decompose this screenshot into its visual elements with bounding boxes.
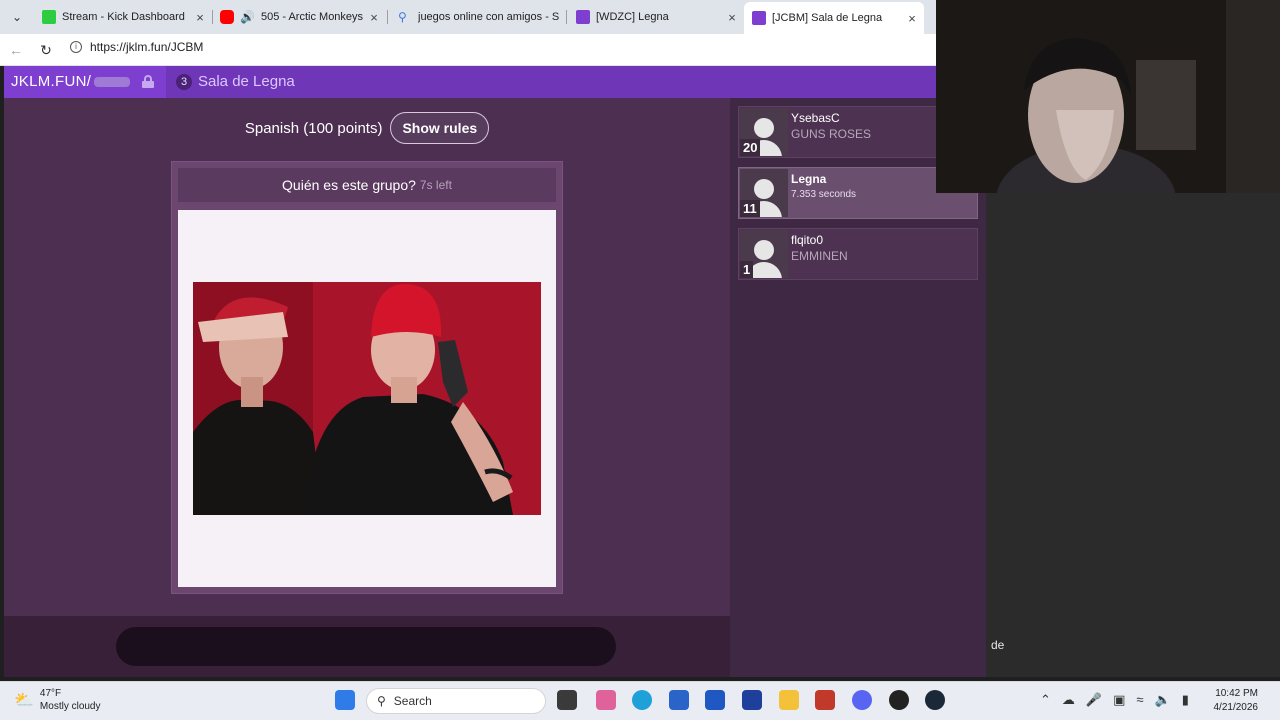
copilot-icon[interactable] (596, 690, 616, 710)
player-count-badge: 3 (176, 74, 192, 90)
volume-icon[interactable]: 🔈 (1155, 692, 1171, 708)
jklm-icon (576, 10, 590, 24)
rules-row: Spanish (100 points) Show rules (4, 112, 730, 144)
close-tab-icon[interactable]: × (904, 11, 920, 26)
band-photo-illustration (193, 282, 541, 515)
player-name: Legna (791, 172, 827, 186)
user-head-shape (754, 118, 774, 138)
chat-message: de (991, 638, 1005, 652)
weather-description: Mostly cloudy (39, 701, 101, 712)
room-name: Sala de Legna (198, 73, 295, 90)
avatar: 1 (740, 230, 788, 278)
speaker-icon[interactable]: 🔊 (240, 10, 255, 24)
dropbox-icon[interactable] (705, 690, 725, 710)
close-tab-icon[interactable]: × (366, 10, 382, 25)
battery-icon[interactable]: ▮ (1182, 692, 1189, 708)
search-icon: ⚲ (377, 694, 386, 708)
system-tray: ⌃ ☁ 🎤 ▣ ≈ 🔈 ▮ (1040, 692, 1189, 708)
steam-icon[interactable] (925, 690, 945, 710)
cloud-icon[interactable]: ☁ (1062, 692, 1075, 708)
tab-youtube[interactable]: 🔊 505 - Arctic Monkeys - Y × (212, 4, 386, 30)
close-tab-icon[interactable]: × (724, 10, 740, 25)
top-bar: JKLM.FUN/ 3 Sala de Legna (4, 66, 986, 98)
player-score: 20 (740, 139, 761, 156)
cloudy-weather-icon: ⛅ (14, 692, 34, 709)
user-head-shape (754, 179, 774, 199)
search-icon: ⚲ (398, 10, 407, 24)
avatar: 20 (740, 108, 788, 156)
jklm-icon (752, 11, 766, 25)
app-icon[interactable] (742, 690, 762, 710)
temperature: 47°F (39, 688, 62, 699)
tab-separator (566, 10, 567, 24)
store-icon[interactable] (669, 690, 689, 710)
clock[interactable]: 10:42 PM 4/21/2026 (1214, 687, 1259, 715)
chat-panel: de (986, 193, 1280, 677)
room-code-blurred (94, 77, 130, 87)
weather-widget[interactable]: ⛅ 47°F Mostly cloudy (14, 687, 101, 713)
file-explorer-icon[interactable] (779, 690, 799, 710)
player-card: 1 flqito0 EMMINEN (738, 228, 978, 280)
player-score: 1 (740, 261, 754, 278)
room-tab: 3 Sala de Legna (166, 66, 986, 98)
challenge-image-area (178, 210, 556, 587)
band-photo (193, 282, 541, 515)
player-name: flqito0 (791, 233, 824, 247)
tab-wdzc-legna[interactable]: [WDZC] Legna × (568, 4, 744, 30)
lock-icon[interactable] (142, 75, 154, 88)
guess-input[interactable] (116, 627, 616, 666)
discord-icon[interactable] (852, 690, 872, 710)
edge-browser-icon[interactable] (632, 690, 652, 710)
challenge-timer: 7s left (419, 178, 452, 192)
back-arrow-icon[interactable]: ← (6, 40, 26, 60)
player-name: YsebasC (791, 111, 840, 125)
close-tab-icon[interactable]: × (192, 10, 208, 25)
taskbar: ⛅ 47°F Mostly cloudy ⚲ Search ⌃ ☁ 🎤 ▣ ≈ … (0, 681, 1280, 720)
player-guess: GUNS ROSES (791, 127, 872, 141)
task-view-icon[interactable] (557, 690, 577, 710)
obs-icon[interactable] (889, 690, 909, 710)
avatar: 11 (740, 169, 788, 217)
prompt-bar: Quién es este grupo? 7s left (178, 168, 556, 202)
tab-jcbm-sala-de-legna[interactable]: [JCBM] Sala de Legna × (744, 2, 924, 34)
display-icon[interactable]: ▣ (1113, 692, 1125, 708)
url-field[interactable]: i https://jklm.fun/JCBM (70, 40, 203, 54)
webcam-feed (936, 0, 1280, 193)
tab-separator (387, 10, 388, 24)
brave-browser-icon[interactable] (815, 690, 835, 710)
guess-area (4, 616, 730, 677)
rule-summary: Spanish (100 points) (244, 119, 383, 137)
clock-date: 4/21/2026 (1213, 702, 1259, 713)
show-rules-button[interactable]: Show rules (390, 112, 490, 144)
windows-start-icon[interactable] (335, 690, 355, 710)
clock-time: 10:42 PM (1215, 688, 1258, 699)
challenge-prompt: Quién es este grupo? (282, 177, 416, 193)
wifi-icon[interactable]: ≈ (1136, 692, 1143, 708)
taskbar-search[interactable]: ⚲ Search (366, 688, 546, 714)
webcam-overlay (936, 0, 1280, 193)
challenge-card: Quién es este grupo? 7s left (171, 161, 563, 594)
microphone-icon[interactable]: 🎤 (1086, 692, 1102, 708)
site-info-icon[interactable]: i (70, 41, 82, 53)
player-guess-time: 7.353 seconds (791, 189, 857, 200)
youtube-icon (220, 10, 234, 24)
tab-kick-dashboard[interactable]: Stream - Kick Dashboard × (34, 4, 212, 30)
brand-link[interactable]: JKLM.FUN/ (11, 73, 91, 90)
tab-list-chevron-icon[interactable]: ⌄ (6, 7, 28, 27)
player-guess: EMMINEN (791, 249, 848, 263)
reload-icon[interactable]: ↻ (36, 40, 56, 60)
kick-icon (42, 10, 56, 24)
user-head-shape (754, 240, 774, 260)
tab-search-results[interactable]: ⚲ juegos online con amigos - S (390, 4, 568, 30)
chevron-up-icon[interactable]: ⌃ (1040, 692, 1051, 708)
player-score: 11 (740, 200, 760, 217)
jklm-page: JKLM.FUN/ 3 Sala de Legna Spanish (100 p… (4, 66, 986, 677)
game-area: Spanish (100 points) Show rules Quién es… (4, 98, 730, 616)
